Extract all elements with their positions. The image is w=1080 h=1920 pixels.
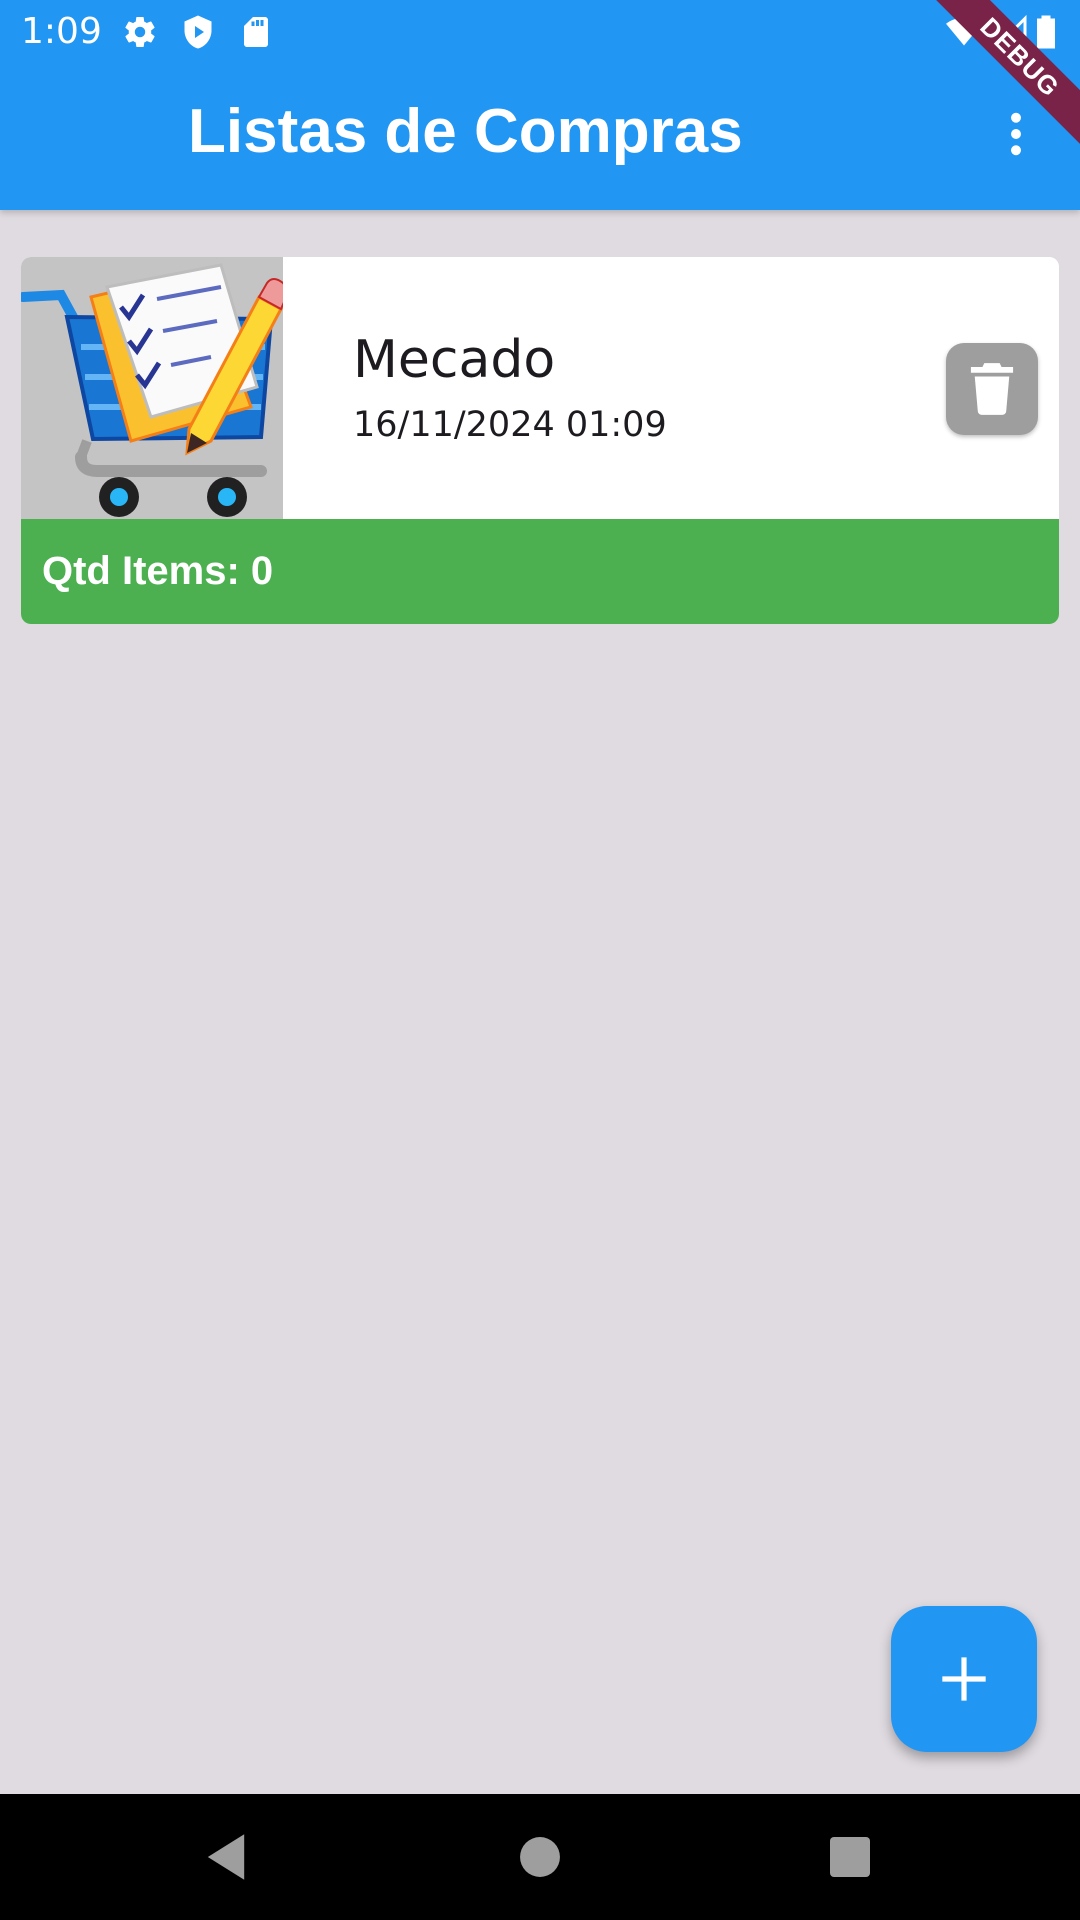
nav-home-button[interactable] <box>510 1827 570 1887</box>
signal-icon <box>992 14 1027 49</box>
screen: 1:09 Listas de Compras DEBUG Mecado 16/1… <box>0 0 1080 1920</box>
top-bar: 1:09 Listas de Compras DEBUG <box>0 0 1080 210</box>
recents-icon <box>830 1837 870 1877</box>
system-nav-bar <box>0 1794 1080 1920</box>
list-card-footer: Qtd Items: 0 <box>21 519 1059 624</box>
shield-icon <box>184 15 212 49</box>
wifi-icon <box>946 17 982 46</box>
home-icon <box>520 1837 560 1877</box>
add-icon <box>942 1657 986 1701</box>
app-bar: Listas de Compras <box>0 64 1080 210</box>
nav-recents-button[interactable] <box>820 1827 880 1887</box>
status-time: 1:09 <box>21 11 102 52</box>
list-date: 16/11/2024 01:09 <box>353 405 667 445</box>
list-card[interactable]: Mecado 16/11/2024 01:09 Qtd Items: 0 <box>21 257 1059 624</box>
item-count-label: Qtd Items: 0 <box>42 549 274 593</box>
list-card-body[interactable]: Mecado 16/11/2024 01:09 <box>21 257 1059 519</box>
shopping-cart-checklist-image <box>21 257 283 519</box>
status-bar: 1:09 <box>0 0 1080 64</box>
list-name: Mecado <box>353 330 556 390</box>
battery-icon <box>1037 15 1055 49</box>
delete-list-button[interactable] <box>946 343 1038 435</box>
nav-back-button[interactable] <box>196 1827 256 1887</box>
more-vert-icon[interactable] <box>990 108 1042 160</box>
sd-card-icon <box>244 17 268 47</box>
page-title: Listas de Compras <box>188 97 743 166</box>
settings-icon <box>125 17 155 48</box>
add-list-button[interactable] <box>891 1606 1037 1752</box>
trash-icon <box>970 363 1014 415</box>
shopping-cart-icon <box>21 257 283 519</box>
back-icon <box>207 1834 245 1880</box>
